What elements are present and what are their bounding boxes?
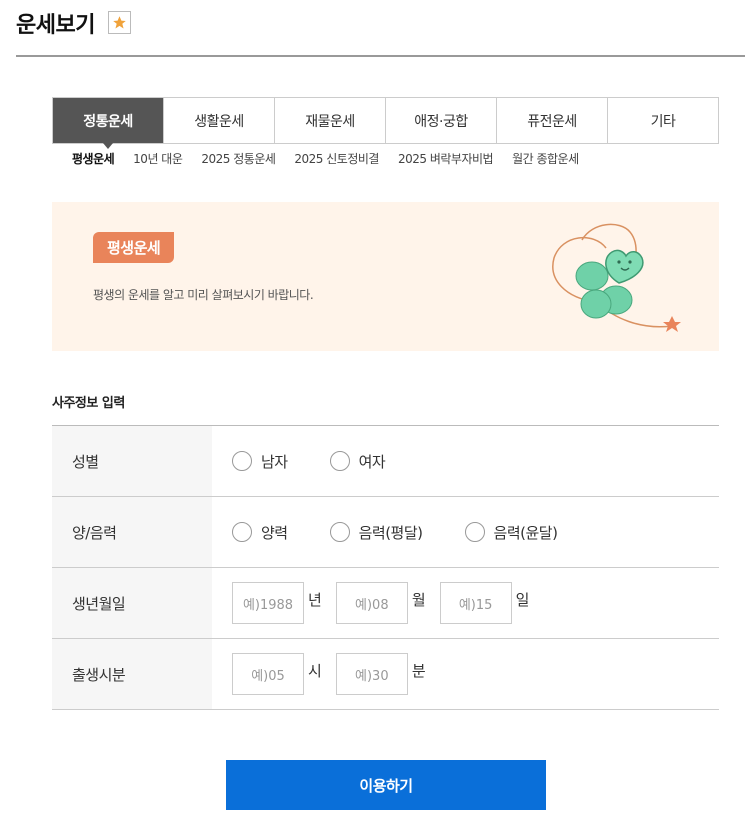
tab-love[interactable]: 애정·궁합 bbox=[386, 98, 497, 143]
day-unit: 일 bbox=[515, 590, 530, 609]
star-icon bbox=[113, 16, 126, 29]
radio-circle-icon[interactable] bbox=[329, 451, 350, 471]
radio-circle-icon[interactable] bbox=[329, 522, 350, 542]
gender-male-radio[interactable]: 남자 bbox=[232, 451, 288, 472]
tab-etc[interactable]: 기타 bbox=[608, 98, 718, 143]
calendar-solar-radio[interactable]: 양력 bbox=[232, 522, 288, 543]
birth-time-label: 출생시분 bbox=[52, 639, 212, 709]
calendar-label: 양/음력 bbox=[52, 497, 212, 567]
banner-badge: 평생운세 bbox=[93, 232, 175, 263]
birth-month-input[interactable]: 예)08 bbox=[335, 582, 408, 624]
category-tabs: 정통운세 생활운세 재물운세 애정·궁합 퓨전운세 기타 bbox=[52, 97, 719, 149]
gender-male-label: 남자 bbox=[261, 452, 288, 471]
tab-traditional[interactable]: 정통운세 bbox=[53, 98, 164, 149]
subtab-10year[interactable]: 10년 대운 bbox=[133, 150, 183, 167]
calendar-leap-radio[interactable]: 음력(윤달) bbox=[464, 522, 558, 543]
calendar-lunar-radio[interactable]: 음력(평달) bbox=[329, 522, 423, 543]
birth-hour-input[interactable]: 예)05 bbox=[232, 653, 304, 695]
gender-female-label: 여자 bbox=[358, 452, 386, 471]
submit-button[interactable]: 이용하기 bbox=[226, 760, 546, 810]
radio-circle-icon[interactable] bbox=[232, 522, 252, 542]
birth-date-label: 생년월일 bbox=[52, 568, 212, 638]
page-title: 운세보기 bbox=[16, 13, 95, 38]
subtab-2025-rich[interactable]: 2025 벼락부자비법 bbox=[398, 150, 494, 167]
hour-unit: 시 bbox=[308, 661, 322, 680]
birth-date-row: 생년월일 예)1988 년 예)08 월 예)15 일 bbox=[52, 568, 719, 639]
saju-form: 성별 남자 여자 양/음력 양력 음력(평달) 음력(윤달) 생년월일 예)19… bbox=[52, 425, 719, 710]
subtab-2025-traditional[interactable]: 2025 정통운세 bbox=[201, 150, 276, 167]
minute-unit: 분 bbox=[411, 661, 426, 680]
calendar-solar-label: 양력 bbox=[261, 523, 288, 542]
tab-fusion[interactable]: 퓨전운세 bbox=[497, 98, 608, 143]
subtab-lifetime[interactable]: 평생운세 bbox=[72, 150, 115, 167]
favorite-button[interactable] bbox=[108, 11, 131, 34]
calendar-row: 양/음력 양력 음력(평달) 음력(윤달) bbox=[52, 497, 719, 568]
calendar-leap-label: 음력(윤달) bbox=[493, 523, 558, 542]
month-unit: 월 bbox=[411, 590, 426, 609]
year-unit: 년 bbox=[308, 590, 322, 609]
section-title: 사주정보 입력 bbox=[52, 396, 125, 411]
clover-heart-icon bbox=[552, 223, 681, 332]
birth-year-input[interactable]: 예)1988 bbox=[232, 582, 304, 624]
gender-female-radio[interactable]: 여자 bbox=[329, 451, 386, 472]
radio-circle-icon[interactable] bbox=[232, 451, 252, 471]
radio-circle-icon[interactable] bbox=[464, 522, 485, 542]
tab-life[interactable]: 생활운세 bbox=[164, 98, 275, 143]
banner: 평생운세 평생의 운세를 알고 미리 살펴보시기 바랍니다. bbox=[52, 202, 719, 351]
subtab-monthly[interactable]: 월간 종합운세 bbox=[512, 150, 579, 167]
gender-row: 성별 남자 여자 bbox=[52, 426, 719, 497]
sub-tabs: 평생운세 10년 대운 2025 정통운세 2025 신토정비결 2025 벼락… bbox=[72, 150, 579, 167]
calendar-lunar-label: 음력(평달) bbox=[358, 523, 423, 542]
birth-time-row: 출생시분 예)05 시 예)30 분 bbox=[52, 639, 719, 710]
page-header: 운세보기 bbox=[16, 0, 745, 57]
birth-minute-input[interactable]: 예)30 bbox=[335, 653, 408, 695]
banner-description: 평생의 운세를 알고 미리 살펴보시기 바랍니다. bbox=[93, 288, 314, 302]
tab-wealth[interactable]: 재물운세 bbox=[275, 98, 386, 143]
gender-label: 성별 bbox=[52, 426, 212, 496]
subtab-2025-tojeong[interactable]: 2025 신토정비결 bbox=[294, 150, 379, 167]
birth-day-input[interactable]: 예)15 bbox=[439, 582, 512, 624]
